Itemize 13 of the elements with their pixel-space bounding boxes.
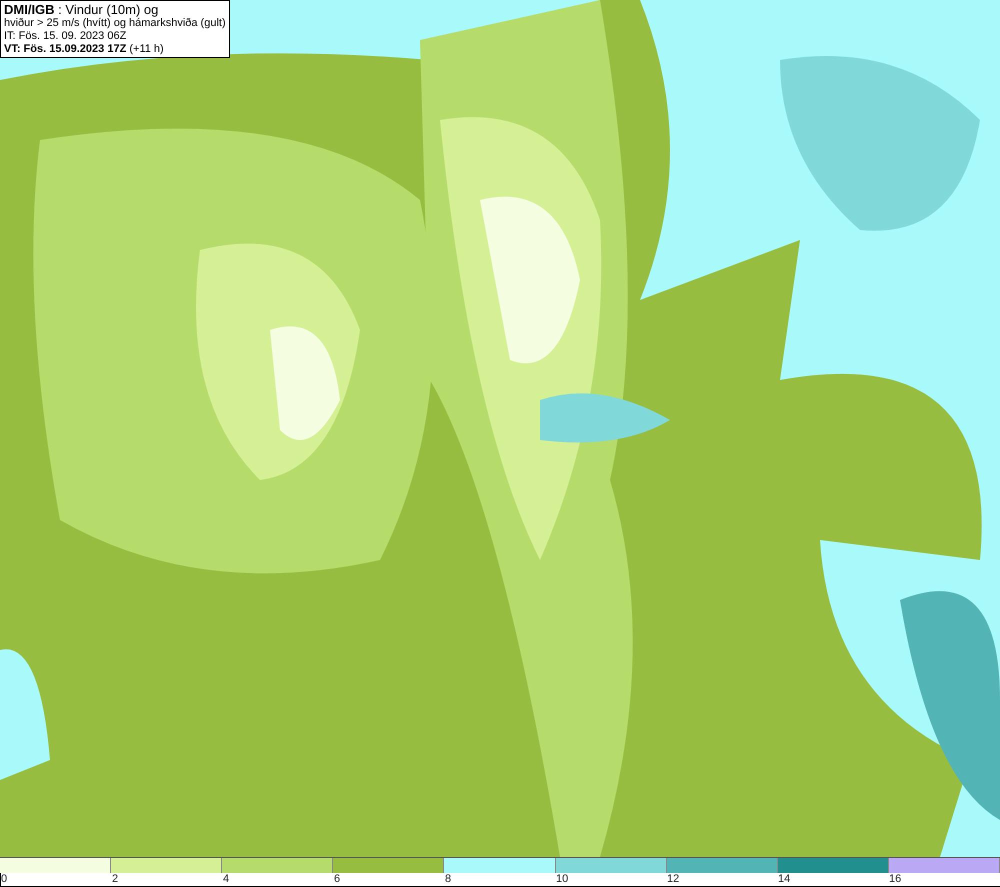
legend-label: 6: [334, 873, 340, 886]
legend-label: 14: [778, 873, 790, 886]
caption-line: IT: Fös. 15. 09. 2023 06Z: [4, 30, 128, 43]
legend-label: 0: [1, 873, 8, 886]
caption-line: DMI/IGB : Vindur (10m) og: [4, 2, 160, 17]
legend-label: 8: [445, 873, 452, 886]
legend-label: 10: [556, 873, 568, 886]
caption-line: VT: Fös. 15.09.2023 17Z (+11 h): [4, 43, 165, 56]
legend-label: 16: [889, 873, 902, 886]
legend-label: 12: [667, 873, 680, 886]
legend-label: 2: [112, 873, 118, 886]
caption-line: hviður > 25 m/s (hvítt) og hámarkshviða (gult): [4, 17, 226, 30]
legend-label: 4: [223, 873, 230, 886]
